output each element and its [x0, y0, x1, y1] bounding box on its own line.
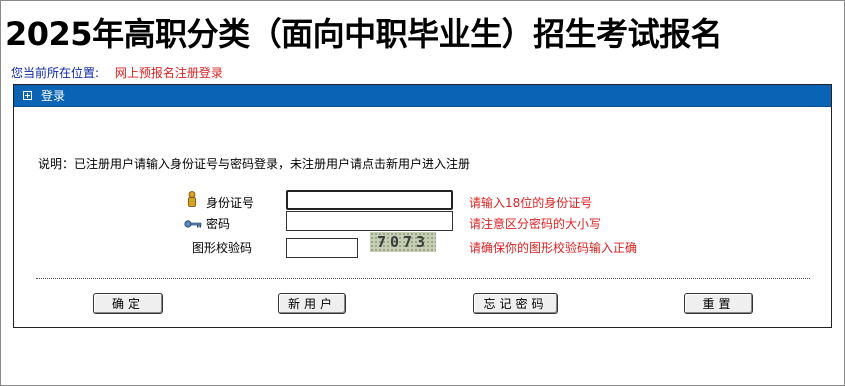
breadcrumb-label: 您当前所在位置:: [11, 66, 100, 80]
captcha-label: 图形校验码: [192, 241, 253, 255]
captcha-image[interactable]: 7073: [370, 232, 436, 252]
login-panel-title: 登录: [41, 89, 66, 103]
id-number-label: 身份证号: [206, 196, 255, 210]
key-icon: [184, 214, 202, 233]
breadcrumb: 您当前所在位置: 网上预报名注册登录: [11, 64, 223, 81]
password-hint: 请注意区分密码的大小写: [469, 217, 602, 231]
expand-box-icon: [23, 91, 32, 100]
id-number-hint: 请输入18位的身份证号: [469, 196, 593, 210]
forgot-password-button[interactable]: 忘记密码: [473, 293, 558, 314]
divider: [36, 278, 810, 279]
captcha-hint: 请确保你的图形校验码输入正确: [469, 241, 638, 255]
password-input[interactable]: [286, 211, 453, 231]
id-number-input[interactable]: [286, 190, 453, 210]
reset-button[interactable]: 重置: [684, 293, 753, 314]
login-panel: 登录 说明：已注册用户请输入身份证号与密码登录，未注册用户请点击新用户进入注册 …: [13, 84, 832, 328]
confirm-button[interactable]: 确定: [93, 293, 163, 314]
login-panel-header: 登录: [14, 85, 831, 107]
page-title: 2025年高职分类（面向中职毕业生）招生考试报名: [5, 15, 723, 53]
page: 2025年高职分类（面向中职毕业生）招生考试报名 您当前所在位置: 网上预报名注…: [0, 0, 845, 386]
breadcrumb-current: 网上预报名注册登录: [114, 66, 223, 80]
login-description: 说明：已注册用户请输入身份证号与密码登录，未注册用户请点击新用户进入注册: [38, 157, 471, 171]
captcha-input[interactable]: [286, 238, 358, 258]
person-icon: [186, 191, 198, 211]
new-user-button[interactable]: 新用户: [278, 293, 346, 314]
password-label: 密码: [206, 217, 231, 231]
